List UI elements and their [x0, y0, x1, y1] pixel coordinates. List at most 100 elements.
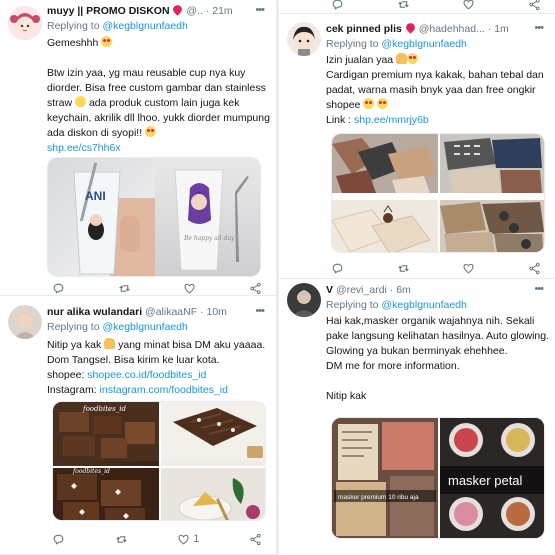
more-icon[interactable]: •••: [255, 305, 265, 317]
media-photo-brownies-3[interactable]: foodbites_id: [53, 468, 159, 520]
reply-button[interactable]: [52, 281, 65, 295]
media-photo-cup-hand[interactable]: ANI: [48, 158, 155, 276]
cup-straw-illustration: Be happy all day: [174, 169, 249, 271]
tweet-media[interactable]: ANI Be happy all day: [47, 157, 261, 277]
media-photo-brownies-2[interactable]: [161, 402, 265, 466]
like-icon: [184, 283, 195, 294]
more-icon[interactable]: •••: [534, 283, 544, 295]
share-button[interactable]: [249, 532, 262, 546]
share-icon: [529, 262, 540, 274]
reply-button[interactable]: [52, 532, 65, 546]
replying-to: Replying to @kegblgnunfaedh: [326, 37, 549, 52]
shopee-link[interactable]: shopee.co.id/foodbites_id: [87, 369, 206, 381]
like-icon: [463, 0, 474, 10]
timestamp[interactable]: 10m: [206, 306, 226, 318]
display-name[interactable]: nur alika wulandari: [47, 306, 142, 318]
user-handle[interactable]: @..: [186, 5, 203, 17]
share-button[interactable]: [528, 0, 541, 11]
like-button[interactable]: [462, 261, 475, 275]
avatar[interactable]: [8, 305, 42, 339]
avatar[interactable]: [8, 6, 42, 40]
reply-handle-link[interactable]: @kegblgnunfaedh: [102, 20, 187, 32]
media-photo-cake[interactable]: [161, 468, 265, 520]
watermark: foodbites_id: [72, 468, 110, 475]
avatar[interactable]: [287, 283, 321, 317]
retweet-icon: [118, 284, 130, 292]
user-handle[interactable]: @alikaaNF: [145, 306, 197, 318]
cup-script: Be happy all day: [183, 235, 235, 242]
brownies-cookies-illustration: foodbites_id: [53, 468, 159, 520]
retweet-button[interactable]: [397, 0, 410, 11]
share-button[interactable]: [528, 261, 541, 275]
tweet-actions: [52, 281, 262, 295]
media-photo-masker-petal[interactable]: masker petal: [440, 418, 544, 538]
media-photo-cardigans-1[interactable]: [332, 134, 438, 198]
pray-emoji: [104, 338, 116, 349]
display-name[interactable]: muyy || PROMO DISKON: [47, 5, 170, 17]
cardigans-labels-illustration: [440, 200, 544, 252]
reply-icon: [332, 263, 343, 274]
cardigans-illustration-2: [332, 200, 438, 252]
heart-eyes-emoji: [377, 98, 389, 109]
media-photo-cardigans-4[interactable]: [440, 200, 544, 252]
display-name[interactable]: cek pinned plis: [326, 23, 402, 35]
shop-link[interactable]: shp.ee/cs7hh6x: [47, 142, 121, 154]
tweet-text-line: Izin jualan yaa: [326, 54, 394, 66]
avatar[interactable]: [287, 22, 321, 56]
like-button[interactable]: [183, 281, 196, 295]
avatar-photo: [8, 305, 42, 339]
heart-eyes-emoji: [101, 36, 113, 47]
pray-emoji: [396, 53, 408, 64]
media-photo-cup-straw[interactable]: Be happy all day: [155, 158, 260, 276]
more-icon[interactable]: •••: [534, 22, 544, 34]
tweet-actions: [331, 261, 541, 275]
reply-button[interactable]: [331, 0, 344, 11]
media-photo-masker-product[interactable]: masker premium 10 ribu aja: [332, 418, 438, 538]
tweet-media[interactable]: foodbites_id foodbites_id: [52, 401, 266, 521]
hug-emoji: [75, 96, 87, 107]
shop-link[interactable]: shp.ee/mmrjy6b: [354, 114, 429, 126]
more-icon[interactable]: •••: [255, 4, 265, 16]
retweet-button[interactable]: [115, 532, 128, 546]
timestamp[interactable]: 21m: [212, 5, 232, 17]
media-photo-brownies-1[interactable]: foodbites_id: [53, 402, 159, 466]
tweet-text-line: Nitip ya kak: [47, 339, 102, 351]
reply-button[interactable]: [331, 261, 344, 275]
image-caption: masker petal: [448, 473, 523, 488]
reply-icon: [53, 283, 64, 294]
replying-to: Replying to @kegblgnunfaedh: [47, 320, 270, 335]
tweet-muyy[interactable]: muyy || PROMO DISKON @.. · 21m ••• Reply…: [0, 0, 276, 296]
reply-handle-link[interactable]: @kegblgnunfaedh: [102, 321, 187, 333]
share-icon: [250, 533, 261, 545]
user-handle[interactable]: @revi_ardi: [336, 284, 387, 296]
tweet-cek-pinned[interactable]: cek pinned plis @hadehhad... · 1m ••• Re…: [279, 14, 555, 279]
reply-handle-link[interactable]: @kegblgnunfaedh: [381, 299, 466, 311]
media-photo-cardigans-2[interactable]: [440, 134, 544, 198]
reply-handle-link[interactable]: @kegblgnunfaedh: [381, 38, 466, 50]
instagram-link[interactable]: instagram.com/foodbites_id: [100, 384, 228, 396]
brownies-tray-illustration: [161, 402, 265, 461]
like-count: 1: [193, 533, 200, 545]
shopee-label: shopee:: [47, 369, 85, 381]
reply-prefix: Replying to: [326, 38, 379, 50]
user-handle[interactable]: @hadehhad...: [419, 23, 485, 35]
like-button[interactable]: [462, 0, 475, 11]
tweet-header: V @revi_ardi · 6m: [326, 284, 411, 296]
like-button[interactable]: 1: [177, 532, 199, 546]
tweet-v[interactable]: V @revi_ardi · 6m ••• Replying to @kegbl…: [279, 280, 555, 555]
previous-tweet-actions: [331, 0, 541, 11]
share-button[interactable]: [249, 281, 262, 295]
retweet-button[interactable]: [118, 281, 131, 295]
media-photo-cardigans-3[interactable]: [332, 200, 438, 252]
retweet-button[interactable]: [397, 261, 410, 275]
tweet-media[interactable]: masker premium 10 ribu aja masker petal: [331, 417, 545, 539]
timestamp[interactable]: 1m: [494, 23, 509, 35]
tweet-actions: 1: [52, 532, 262, 546]
tweet-media[interactable]: [331, 133, 545, 253]
tweet-nur-alika[interactable]: nur alika wulandari @alikaaNF · 10m ••• …: [0, 297, 276, 555]
tweet-text-line: Cardigan premium nya kakak, bahan tebal …: [326, 69, 544, 111]
watermark: foodbites_id: [82, 405, 127, 413]
display-name[interactable]: V: [326, 284, 333, 296]
tweet-text: Nitip ya kak yang minat bisa DM aku yaaa…: [47, 338, 270, 398]
timestamp[interactable]: 6m: [396, 284, 411, 296]
